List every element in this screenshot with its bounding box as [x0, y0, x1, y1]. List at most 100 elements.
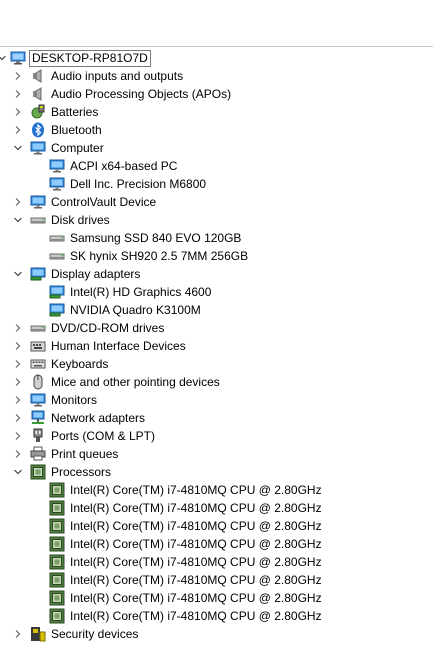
- tree-device[interactable]: Intel(R) Core(TM) i7-4810MQ CPU @ 2.80GH…: [0, 553, 433, 571]
- category-label: Security devices: [51, 627, 139, 641]
- category-label: DVD/CD-ROM drives: [51, 321, 165, 335]
- printer-icon: [30, 446, 46, 462]
- device-label: SK hynix SH920 2.5 7MM 256GB: [70, 249, 249, 263]
- chevron-right-icon[interactable]: [12, 427, 24, 445]
- tree-category[interactable]: Human Interface Devices: [0, 337, 433, 355]
- tree-category[interactable]: Display adapters: [0, 265, 433, 283]
- chevron-right-icon[interactable]: [12, 121, 24, 139]
- monitor-icon: [30, 392, 46, 408]
- chevron-down-icon[interactable]: [0, 49, 8, 67]
- tree-category[interactable]: Audio inputs and outputs: [0, 67, 433, 85]
- chevron-right-icon[interactable]: [12, 67, 24, 85]
- chevron-right-icon[interactable]: [12, 445, 24, 463]
- monitor-icon: [30, 140, 46, 156]
- chevron-right-icon[interactable]: [12, 373, 24, 391]
- security-icon: [30, 626, 46, 642]
- port-icon: [30, 428, 46, 444]
- device-label: Intel(R) Core(TM) i7-4810MQ CPU @ 2.80GH…: [70, 537, 322, 551]
- chevron-down-icon[interactable]: [12, 139, 24, 157]
- category-label: Display adapters: [51, 267, 141, 281]
- chevron-right-icon[interactable]: [12, 391, 24, 409]
- category-label: Batteries: [51, 105, 99, 119]
- drive-icon: [30, 212, 46, 228]
- category-label: Network adapters: [51, 411, 146, 425]
- device-label: Intel(R) Core(TM) i7-4810MQ CPU @ 2.80GH…: [70, 501, 322, 515]
- chevron-right-icon[interactable]: [12, 193, 24, 211]
- tree-device[interactable]: ACPI x64-based PC: [0, 157, 433, 175]
- processor-icon: [49, 608, 65, 624]
- device-label: Intel(R) Core(TM) i7-4810MQ CPU @ 2.80GH…: [70, 573, 322, 587]
- tree-device[interactable]: Intel(R) Core(TM) i7-4810MQ CPU @ 2.80GH…: [0, 589, 433, 607]
- drive-icon: [30, 320, 46, 336]
- device-label: NVIDIA Quadro K3100M: [70, 303, 201, 317]
- processor-icon: [30, 464, 46, 480]
- category-label: Audio inputs and outputs: [51, 69, 184, 83]
- tree-category[interactable]: Audio Processing Objects (APOs): [0, 85, 433, 103]
- chevron-right-icon[interactable]: [12, 103, 24, 121]
- tree-device[interactable]: Intel(R) Core(TM) i7-4810MQ CPU @ 2.80GH…: [0, 499, 433, 517]
- drive-icon: [49, 230, 65, 246]
- chevron-down-icon[interactable]: [12, 463, 24, 481]
- processor-icon: [49, 572, 65, 588]
- hid-icon: [30, 338, 46, 354]
- keyboard-icon: [30, 356, 46, 372]
- device-label: Intel(R) Core(TM) i7-4810MQ CPU @ 2.80GH…: [70, 519, 322, 533]
- tree-category[interactable]: Print queues: [0, 445, 433, 463]
- tree-category[interactable]: Processors: [0, 463, 433, 481]
- tree-device[interactable]: Dell Inc. Precision M6800: [0, 175, 433, 193]
- tree-category[interactable]: Ports (COM & LPT): [0, 427, 433, 445]
- tree-device[interactable]: Intel(R) Core(TM) i7-4810MQ CPU @ 2.80GH…: [0, 607, 433, 625]
- computer-icon: [10, 50, 26, 66]
- root-label: DESKTOP-RP81O7D: [29, 50, 151, 67]
- tree-device[interactable]: Intel(R) Core(TM) i7-4810MQ CPU @ 2.80GH…: [0, 571, 433, 589]
- processor-icon: [49, 554, 65, 570]
- tree-device[interactable]: NVIDIA Quadro K3100M: [0, 301, 433, 319]
- category-label: Monitors: [51, 393, 98, 407]
- tree-category[interactable]: Network adapters: [0, 409, 433, 427]
- tree-category[interactable]: Batteries: [0, 103, 433, 121]
- category-label: ControlVault Device: [51, 195, 157, 209]
- tree-category[interactable]: Monitors: [0, 391, 433, 409]
- chevron-right-icon[interactable]: [12, 319, 24, 337]
- drive-icon: [49, 248, 65, 264]
- device-label: Dell Inc. Precision M6800: [70, 177, 207, 191]
- category-label: Audio Processing Objects (APOs): [51, 87, 232, 101]
- monitor-icon: [30, 194, 46, 210]
- category-label: Computer: [51, 141, 104, 155]
- tree-category[interactable]: Mice and other pointing devices: [0, 373, 433, 391]
- tree-device[interactable]: Intel(R) Core(TM) i7-4810MQ CPU @ 2.80GH…: [0, 517, 433, 535]
- bluetooth-icon: [30, 122, 46, 138]
- chevron-down-icon[interactable]: [12, 211, 24, 229]
- processor-icon: [49, 482, 65, 498]
- tree-category[interactable]: Bluetooth: [0, 121, 433, 139]
- battery-icon: [30, 104, 46, 120]
- tree-device[interactable]: Intel(R) HD Graphics 4600: [0, 283, 433, 301]
- tree-device[interactable]: Samsung SSD 840 EVO 120GB: [0, 229, 433, 247]
- tree-category[interactable]: Keyboards: [0, 355, 433, 373]
- display-adapter-icon: [49, 284, 65, 300]
- chevron-right-icon[interactable]: [12, 355, 24, 373]
- tree-root[interactable]: DESKTOP-RP81O7D: [0, 49, 433, 67]
- device-label: Intel(R) Core(TM) i7-4810MQ CPU @ 2.80GH…: [70, 483, 322, 497]
- tree-device[interactable]: Intel(R) Core(TM) i7-4810MQ CPU @ 2.80GH…: [0, 535, 433, 553]
- category-label: Mice and other pointing devices: [51, 375, 220, 389]
- tree-category[interactable]: ControlVault Device: [0, 193, 433, 211]
- toolbar-area: [0, 0, 433, 47]
- tree-category[interactable]: Security devices: [0, 625, 433, 643]
- speaker-icon: [30, 86, 46, 102]
- chevron-down-icon[interactable]: [12, 265, 24, 283]
- category-label: Keyboards: [51, 357, 109, 371]
- chevron-right-icon[interactable]: [12, 409, 24, 427]
- tree-device[interactable]: SK hynix SH920 2.5 7MM 256GB: [0, 247, 433, 265]
- chevron-right-icon[interactable]: [12, 337, 24, 355]
- category-label: Human Interface Devices: [51, 339, 186, 353]
- tree-category[interactable]: DVD/CD-ROM drives: [0, 319, 433, 337]
- device-tree[interactable]: DESKTOP-RP81O7D Audio inputs and outputs A…: [0, 49, 433, 643]
- tree-device[interactable]: Intel(R) Core(TM) i7-4810MQ CPU @ 2.80GH…: [0, 481, 433, 499]
- tree-category[interactable]: Disk drives: [0, 211, 433, 229]
- chevron-right-icon[interactable]: [12, 625, 24, 643]
- tree-category[interactable]: Computer: [0, 139, 433, 157]
- chevron-right-icon[interactable]: [12, 85, 24, 103]
- display-adapter-icon: [49, 302, 65, 318]
- device-label: ACPI x64-based PC: [70, 159, 178, 173]
